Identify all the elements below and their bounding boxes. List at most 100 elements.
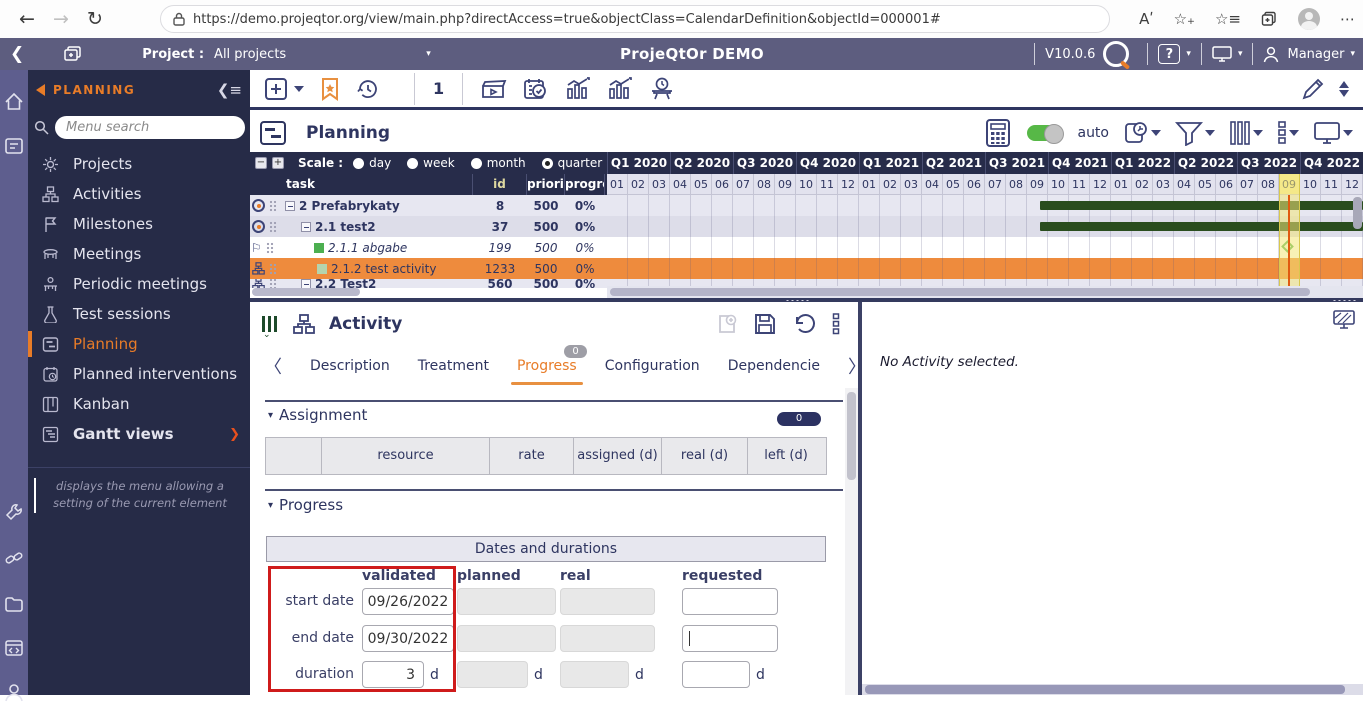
add-item-caret-icon[interactable] [294, 86, 304, 92]
sidebar-item-planned-interventions[interactable]: Planned interventions [28, 359, 250, 389]
auto-toggle[interactable] [1027, 125, 1063, 141]
sidebar-item-periodic-meetings[interactable]: Periodic meetings [28, 269, 250, 299]
sidebar-item-meetings[interactable]: Meetings [28, 239, 250, 269]
home-icon[interactable] [4, 92, 24, 112]
gantt-chart[interactable]: − + Scale : dayweekmonthquarter Q1 2020Q… [250, 152, 1363, 298]
developer-icon[interactable] [4, 638, 24, 658]
project-caret-icon[interactable]: ▾ [426, 49, 431, 59]
meeting-clock-button[interactable] [649, 77, 675, 101]
browser-forward-button[interactable]: → [44, 8, 78, 30]
browser-refresh-button[interactable]: ↻ [78, 8, 112, 30]
task-row[interactable]: 2.1 test2375000% [250, 216, 607, 237]
sidebar-item-kanban[interactable]: Kanban [28, 389, 250, 419]
gantt-collapse-all-button[interactable]: − [255, 157, 267, 169]
collapse-box-icon[interactable] [285, 201, 295, 211]
documents-icon[interactable] [4, 594, 24, 614]
duration-validated-input[interactable] [362, 661, 424, 688]
drag-handle-icon[interactable] [269, 279, 277, 288]
gantt-row[interactable] [607, 216, 1363, 237]
task-row[interactable]: 2.1.2 test activity12335000% [250, 258, 607, 279]
more-options-button[interactable] [1277, 120, 1299, 146]
gantt-expand-all-button[interactable]: + [272, 157, 284, 169]
activity-vscrollbar[interactable] [847, 392, 856, 480]
sidebar-item-projects[interactable]: Projects [28, 149, 250, 179]
gantt-row[interactable] [607, 258, 1363, 279]
collapse-box-icon[interactable] [301, 222, 311, 232]
gantt-bar[interactable] [1040, 201, 1363, 210]
url-bar[interactable]: https://demo.projeqtor.org/view/main.php… [160, 5, 1110, 33]
table-hscrollbar[interactable] [252, 288, 360, 296]
add-favorite-icon[interactable]: ☆₊ [1174, 10, 1195, 28]
browser-back-button[interactable]: ← [10, 8, 44, 30]
sidebar-item-gantt-views[interactable]: Gantt views❯ [28, 419, 250, 449]
links-icon[interactable] [4, 548, 24, 568]
reports-icon[interactable] [4, 136, 24, 156]
browser-menu-icon[interactable]: ⋯ [1340, 10, 1355, 28]
task-row[interactable]: 2.2 Test25605000% [250, 279, 607, 288]
add-item-button[interactable] [264, 77, 304, 101]
calculate-icon[interactable] [983, 118, 1013, 148]
display-icon[interactable] [1212, 46, 1232, 62]
scale-radio-quarter[interactable]: quarter [542, 156, 603, 170]
help-button[interactable]: ? [1158, 44, 1180, 64]
sidebar-collapse-icon[interactable]: ❮≡ [217, 81, 242, 99]
sidebar-item-test-sessions[interactable]: Test sessions [28, 299, 250, 329]
column-header-priority[interactable]: priority [527, 174, 565, 195]
column-header-id[interactable]: id [473, 174, 527, 195]
sidebar-item-activities[interactable]: Activities [28, 179, 250, 209]
task-row[interactable]: ⚐2.1.1 abgabe1995000% [250, 237, 607, 258]
gantt-vscrollbar[interactable] [1353, 197, 1362, 229]
splitter-grip[interactable] [785, 299, 811, 301]
duration-requested-input[interactable] [682, 661, 750, 688]
video-meeting-button[interactable] [481, 77, 507, 101]
browser-profile-avatar[interactable] [1298, 8, 1320, 30]
header-back-icon[interactable]: ❮ [10, 44, 24, 64]
collapse-box-icon[interactable] [301, 279, 311, 288]
user-caret-icon[interactable]: ▾ [1350, 49, 1355, 59]
gantt-hscrollbar[interactable] [610, 288, 1310, 296]
bookmark-button[interactable] [320, 77, 340, 101]
collections-icon[interactable] [1261, 11, 1278, 28]
sidebar-item-milestones[interactable]: Milestones [28, 209, 250, 239]
column-header-progress[interactable]: progress [565, 174, 605, 195]
menu-search-input[interactable] [55, 116, 245, 139]
read-aloud-icon[interactable]: Aʹ [1139, 10, 1153, 28]
global-chart-button[interactable] [607, 77, 633, 101]
gantt-row[interactable] [607, 237, 1363, 258]
splitter-grip-right[interactable] [1332, 299, 1358, 301]
project-select[interactable]: All projects [214, 47, 286, 62]
profile-strip-icon[interactable] [4, 682, 24, 702]
edit-pencil-icon[interactable] [1301, 77, 1325, 101]
display-caret-icon[interactable]: ▾ [1238, 49, 1243, 59]
start-date-validated-input[interactable] [362, 588, 454, 615]
favorites-bar-icon[interactable]: ☆≡ [1215, 10, 1241, 28]
end-date-validated-input[interactable] [362, 625, 454, 652]
drag-handle-icon[interactable] [266, 242, 274, 254]
history-button[interactable] [356, 77, 380, 101]
task-row[interactable]: 2 Prefabrykaty85000% [250, 195, 607, 216]
right-panel-hscrollbar[interactable] [865, 685, 1345, 694]
tools-icon[interactable] [4, 502, 24, 522]
sidebar-item-planning[interactable]: Planning [28, 329, 250, 359]
filter-button[interactable] [1175, 120, 1215, 146]
scale-radio-week[interactable]: week [407, 156, 455, 170]
drag-handle-icon[interactable] [269, 221, 277, 233]
panel-display-icon[interactable] [1333, 310, 1355, 329]
resource-chart-button[interactable] [565, 77, 591, 101]
calendar-check-button[interactable] [523, 77, 549, 101]
screen-mode-button[interactable] [1313, 121, 1353, 145]
section-back-icon[interactable] [36, 84, 45, 96]
column-header-task[interactable]: task [250, 174, 473, 195]
start-date-requested-input[interactable] [682, 588, 778, 615]
new-window-icon[interactable] [64, 46, 82, 62]
user-name[interactable]: Manager [1287, 47, 1344, 62]
scale-radio-day[interactable]: day [353, 156, 391, 170]
gantt-bar[interactable] [1040, 222, 1363, 231]
resize-panel-arrows[interactable] [1339, 81, 1349, 97]
gantt-row[interactable] [607, 195, 1363, 216]
user-icon[interactable] [1263, 46, 1279, 63]
drag-handle-icon[interactable] [269, 200, 277, 212]
late-tasks-button[interactable] [1123, 120, 1161, 146]
columns-button[interactable] [1229, 120, 1263, 146]
end-date-requested-input[interactable] [682, 625, 778, 652]
